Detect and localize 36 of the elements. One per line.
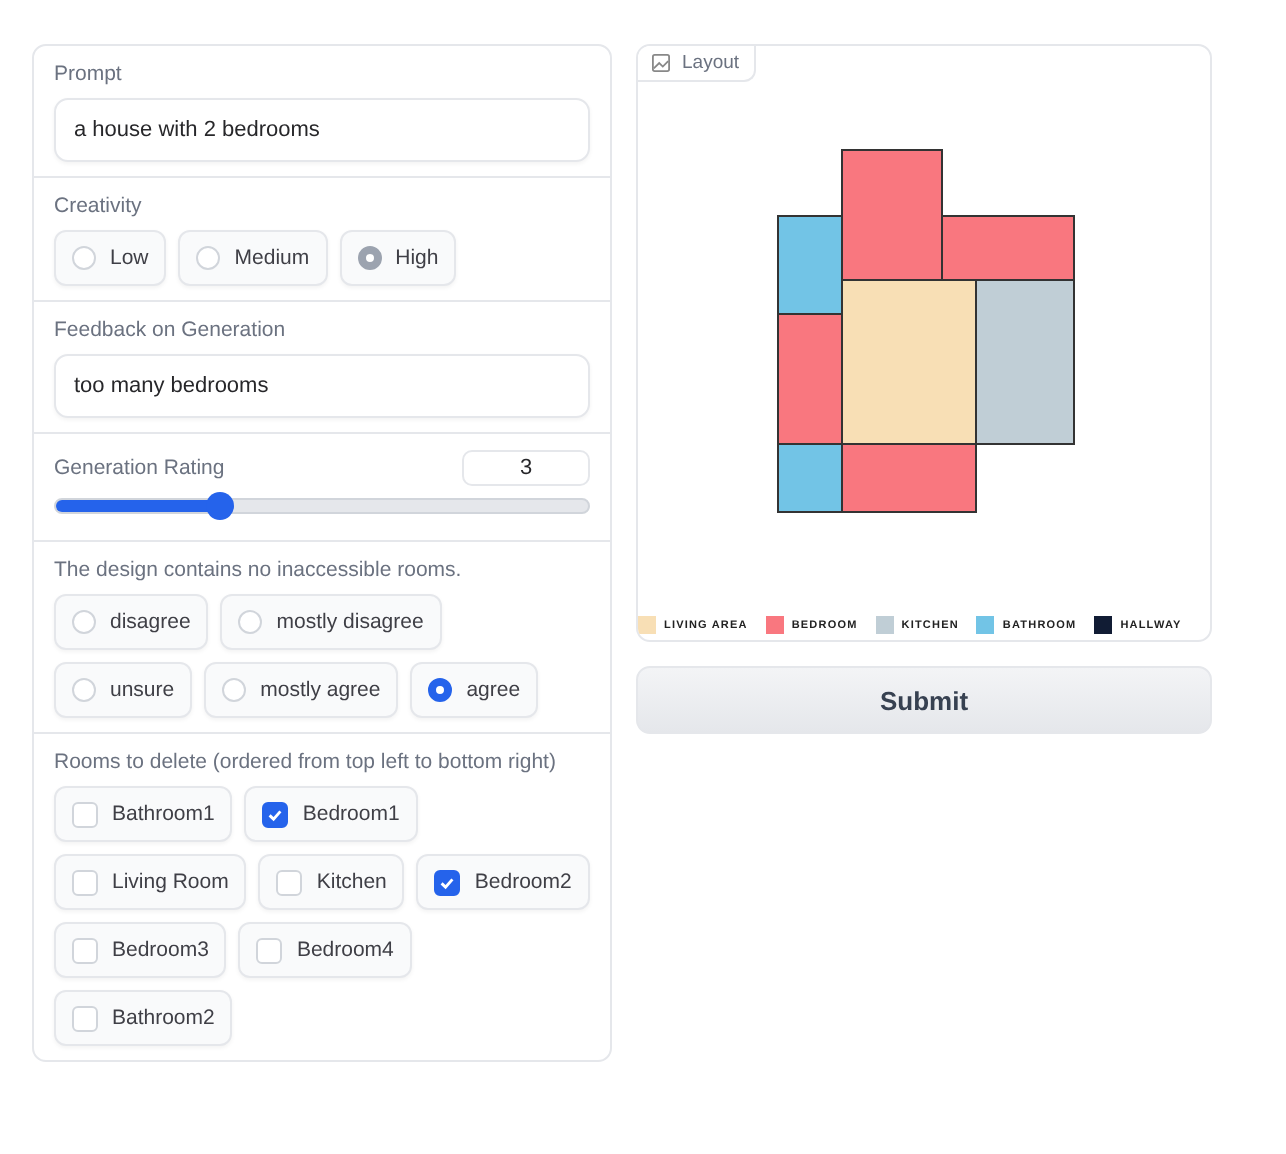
checkbox-option[interactable]: Bedroom3: [54, 922, 227, 978]
slider-thumb[interactable]: [206, 492, 235, 520]
checkbox-option[interactable]: Bedroom4: [238, 922, 412, 978]
checkbox[interactable]: [262, 801, 289, 827]
checkbox-option[interactable]: Kitchen: [258, 854, 405, 910]
radio-icon[interactable]: [428, 678, 453, 702]
radio-option[interactable]: mostly disagree: [220, 594, 442, 650]
text-field[interactable]: a house with 2 bedrooms: [54, 98, 590, 162]
radio-option[interactable]: agree: [410, 662, 539, 718]
checkmark-icon: [438, 873, 457, 891]
radio-option[interactable]: disagree: [54, 594, 209, 650]
checkbox-option[interactable]: Bathroom1: [54, 786, 233, 842]
slider-track[interactable]: [54, 498, 590, 514]
field-label: Prompt: [54, 62, 124, 86]
radio-icon[interactable]: [357, 246, 382, 270]
image-icon: [652, 54, 670, 72]
checkbox-option[interactable]: Bathroom2: [54, 990, 233, 1046]
radio-option[interactable]: High: [339, 230, 457, 286]
number-field[interactable]: 3: [462, 450, 590, 486]
text-field[interactable]: too many bedrooms: [54, 354, 590, 418]
field-label: The design contains no inaccessible rooms.: [54, 558, 464, 582]
radio-option[interactable]: mostly agree: [204, 662, 399, 718]
submit-button[interactable]: Submit: [636, 666, 1212, 734]
checkbox-option[interactable]: Bedroom1: [244, 786, 418, 842]
checkbox-option[interactable]: Living Room: [54, 854, 247, 910]
checkbox-option[interactable]: Bedroom2: [416, 854, 590, 910]
field-label: Generation Rating: [54, 456, 225, 480]
field-label: Creativity: [54, 194, 144, 218]
image-label-text: Layout: [682, 52, 740, 74]
checkmark-icon: [266, 805, 285, 823]
field-label: Feedback on Generation: [54, 318, 288, 342]
radio-option[interactable]: Low: [54, 230, 167, 286]
radio-option[interactable]: unsure: [54, 662, 193, 718]
radio-option[interactable]: Medium: [178, 230, 328, 286]
checkbox[interactable]: [434, 869, 461, 895]
field-label: Rooms to delete (ordered from top left to bottom right): [54, 750, 558, 774]
